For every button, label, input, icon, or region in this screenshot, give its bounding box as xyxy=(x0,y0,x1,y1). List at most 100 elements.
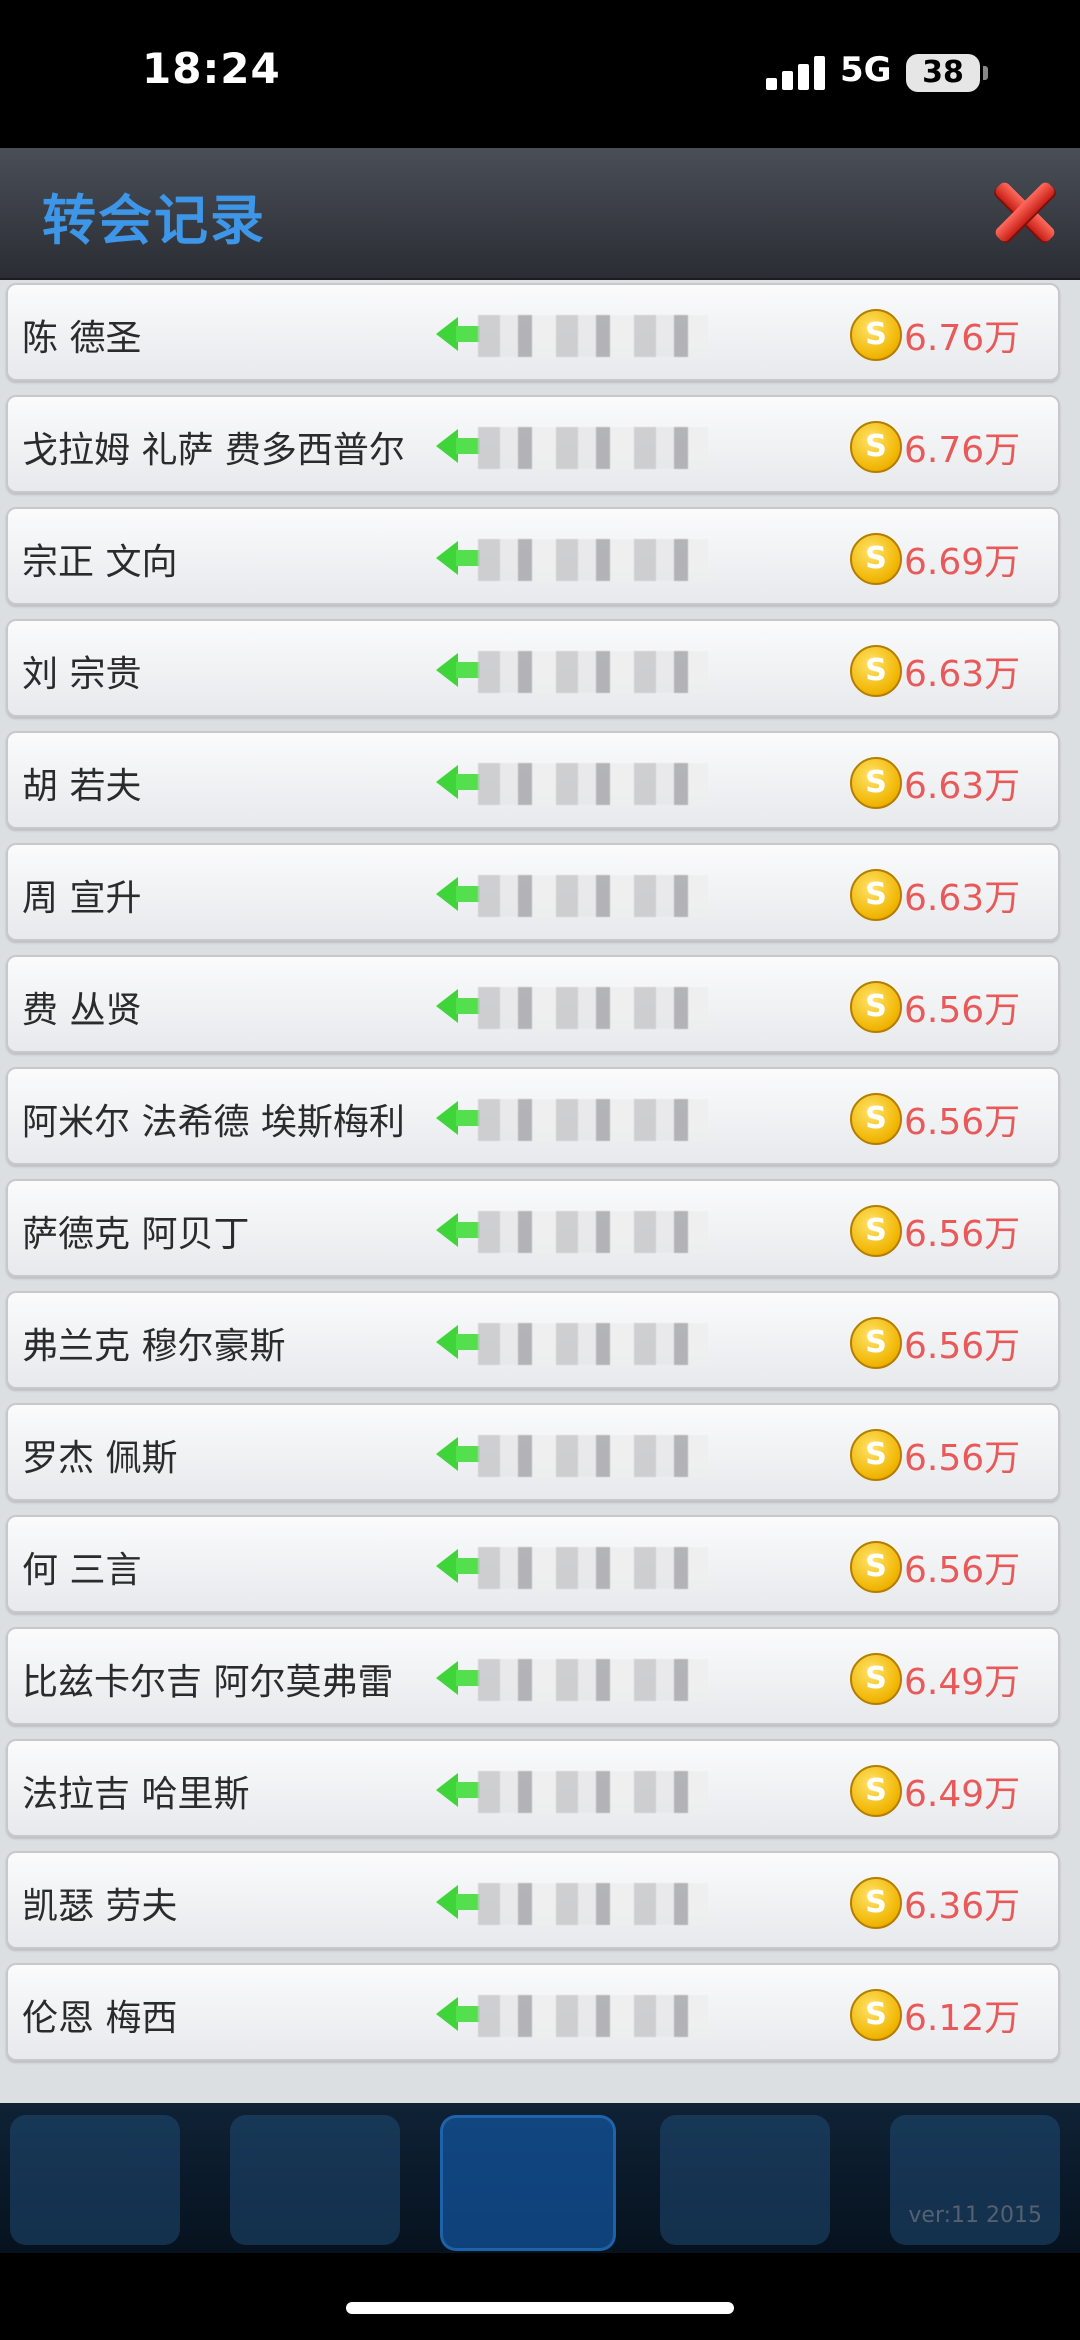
transfer-row[interactable]: 罗杰 佩斯 S 6.56万 xyxy=(6,1403,1060,1501)
transfer-row[interactable]: 法拉吉 哈里斯 S 6.49万 xyxy=(6,1739,1060,1837)
gold-coin-icon: S xyxy=(850,869,902,921)
transfer-row[interactable]: 伦恩 梅西 S 6.12万 xyxy=(6,1963,1060,2061)
transfer-record-dialog: 转会记录 陈 德圣 S 6.76万 戈拉姆 礼萨 费多西普尔 S 6.76万 宗正 文向 S 6… xyxy=(0,148,1080,2103)
green-arrow-left-icon xyxy=(436,1437,458,1471)
player-name: 宗正 文向 xyxy=(22,542,178,583)
obscured-club-info xyxy=(478,1435,708,1477)
transfer-row[interactable]: 周 宣升 S 6.63万 xyxy=(6,843,1060,941)
transfer-row[interactable]: 戈拉姆 礼萨 费多西普尔 S 6.76万 xyxy=(6,395,1060,493)
transfer-price: 6.56万 xyxy=(904,1326,1021,1367)
green-arrow-left-icon xyxy=(436,989,458,1023)
green-arrow-left-icon xyxy=(456,1110,480,1126)
green-arrow-left-icon xyxy=(456,550,480,566)
green-arrow-left-icon xyxy=(456,1670,480,1686)
status-bar: 18:24 5G 38 xyxy=(0,0,1080,148)
gold-coin-icon: S xyxy=(850,981,902,1033)
green-arrow-left-icon xyxy=(456,1558,480,1574)
network-type: 5G xyxy=(840,50,892,90)
nav-button-1[interactable] xyxy=(10,2115,180,2245)
transfer-row[interactable]: 何 三言 S 6.56万 xyxy=(6,1515,1060,1613)
green-arrow-left-icon xyxy=(436,541,458,575)
transfer-row[interactable]: 弗兰克 穆尔豪斯 S 6.56万 xyxy=(6,1291,1060,1389)
transfer-row[interactable]: 阿米尔 法希德 埃斯梅利 S 6.56万 xyxy=(6,1067,1060,1165)
green-arrow-left-icon xyxy=(436,653,458,687)
green-arrow-left-icon xyxy=(456,326,480,342)
transfer-price: 6.36万 xyxy=(904,1886,1021,1927)
obscured-club-info xyxy=(478,651,708,693)
gold-coin-icon: S xyxy=(850,1093,902,1145)
transfer-price: 6.76万 xyxy=(904,430,1021,471)
home-indicator[interactable] xyxy=(346,2302,734,2314)
green-arrow-left-icon xyxy=(436,1213,458,1247)
obscured-club-info xyxy=(478,1995,708,2037)
transfer-price: 6.63万 xyxy=(904,766,1021,807)
transfer-row[interactable]: 凯瑟 劳夫 S 6.36万 xyxy=(6,1851,1060,1949)
transfer-row[interactable]: 胡 若夫 S 6.63万 xyxy=(6,731,1060,829)
transfer-row[interactable]: 宗正 文向 S 6.69万 xyxy=(6,507,1060,605)
player-name: 凯瑟 劳夫 xyxy=(22,1886,178,1927)
nav-button-4[interactable] xyxy=(660,2115,830,2245)
green-arrow-left-icon xyxy=(436,765,458,799)
nav-button-2[interactable] xyxy=(230,2115,400,2245)
obscured-club-info xyxy=(478,987,708,1029)
transfer-price: 6.12万 xyxy=(904,1998,1021,2039)
nav-button-3[interactable] xyxy=(440,2115,616,2251)
green-arrow-left-icon xyxy=(456,1782,480,1798)
green-arrow-left-icon xyxy=(456,1446,480,1462)
transfer-row[interactable]: 陈 德圣 S 6.76万 xyxy=(6,283,1060,381)
transfer-row[interactable]: 费 丛贤 S 6.56万 xyxy=(6,955,1060,1053)
close-x-icon[interactable] xyxy=(990,176,1060,246)
obscured-club-info xyxy=(478,1323,708,1365)
player-name: 阿米尔 法希德 埃斯梅利 xyxy=(22,1102,405,1143)
player-name: 胡 若夫 xyxy=(22,766,142,807)
transfer-price: 6.56万 xyxy=(904,1102,1021,1143)
green-arrow-left-icon xyxy=(436,1101,458,1135)
player-name: 陈 德圣 xyxy=(22,318,142,359)
obscured-club-info xyxy=(478,427,708,469)
obscured-club-info xyxy=(478,1659,708,1701)
transfer-price: 6.56万 xyxy=(904,990,1021,1031)
obscured-club-info xyxy=(478,315,708,357)
green-arrow-left-icon xyxy=(456,1334,480,1350)
obscured-club-info xyxy=(478,1099,708,1141)
player-name: 周 宣升 xyxy=(22,878,142,919)
gold-coin-icon: S xyxy=(850,1541,902,1593)
transfer-row[interactable]: 萨德克 阿贝丁 S 6.56万 xyxy=(6,1179,1060,1277)
gold-coin-icon: S xyxy=(850,533,902,585)
green-arrow-left-icon xyxy=(436,1549,458,1583)
obscured-club-info xyxy=(478,1883,708,1925)
player-name: 比兹卡尔吉 阿尔莫弗雷 xyxy=(22,1662,394,1703)
player-name: 弗兰克 穆尔豪斯 xyxy=(22,1326,286,1367)
gold-coin-icon: S xyxy=(850,421,902,473)
dialog-title: 转会记录 xyxy=(42,189,266,252)
green-arrow-left-icon xyxy=(436,317,458,351)
transfer-row[interactable]: 比兹卡尔吉 阿尔莫弗雷 S 6.49万 xyxy=(6,1627,1060,1725)
gold-coin-icon: S xyxy=(850,645,902,697)
player-name: 费 丛贤 xyxy=(22,990,142,1031)
player-name: 刘 宗贵 xyxy=(22,654,142,695)
transfer-price: 6.49万 xyxy=(904,1662,1021,1703)
gold-coin-icon: S xyxy=(850,309,902,361)
bottom-nav: ver:11 2015 xyxy=(0,2103,1080,2253)
transfer-row[interactable]: 刘 宗贵 S 6.63万 xyxy=(6,619,1060,717)
green-arrow-left-icon xyxy=(436,429,458,463)
version-label: ver:11 2015 xyxy=(908,2203,1042,2228)
obscured-club-info xyxy=(478,539,708,581)
player-name: 何 三言 xyxy=(22,1550,142,1591)
green-arrow-left-icon xyxy=(436,1885,458,1919)
green-arrow-left-icon xyxy=(456,2006,480,2022)
transfer-price: 6.56万 xyxy=(904,1438,1021,1479)
gold-coin-icon: S xyxy=(850,1429,902,1481)
obscured-club-info xyxy=(478,1211,708,1253)
transfer-price: 6.76万 xyxy=(904,318,1021,359)
transfer-price: 6.69万 xyxy=(904,542,1021,583)
green-arrow-left-icon xyxy=(436,1661,458,1695)
gold-coin-icon: S xyxy=(850,1317,902,1369)
green-arrow-left-icon xyxy=(456,1222,480,1238)
status-time: 18:24 xyxy=(142,44,281,93)
green-arrow-left-icon xyxy=(456,1894,480,1910)
gold-coin-icon: S xyxy=(850,1653,902,1705)
green-arrow-left-icon xyxy=(456,774,480,790)
green-arrow-left-icon xyxy=(456,886,480,902)
battery-icon: 38 xyxy=(906,54,988,92)
